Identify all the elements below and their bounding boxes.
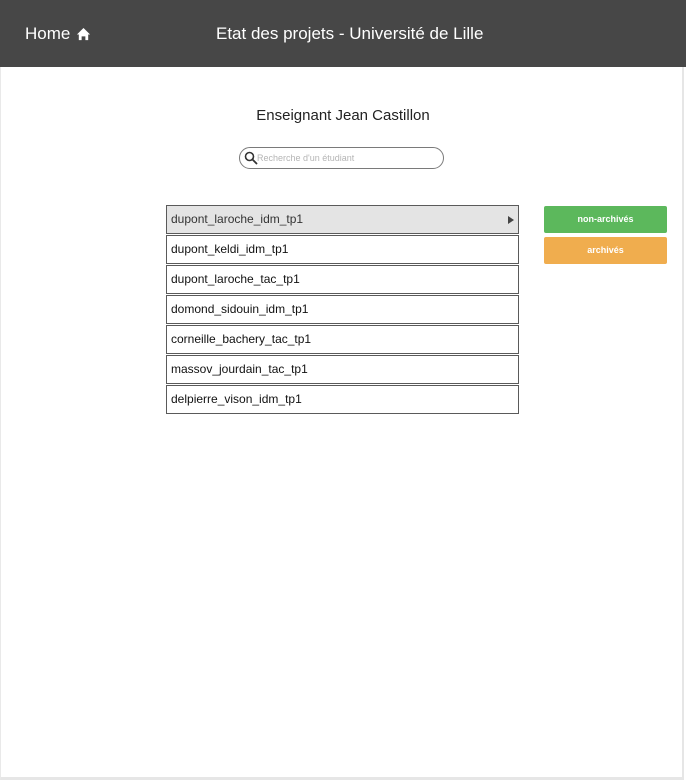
project-name: delpierre_vison_idm_tp1: [171, 392, 302, 406]
home-label: Home: [25, 24, 71, 43]
project-item[interactable]: massov_jourdain_tac_tp1: [166, 355, 519, 384]
project-item[interactable]: dupont_laroche_idm_tp1: [166, 205, 519, 234]
project-name: dupont_laroche_tac_tp1: [171, 272, 300, 286]
project-item[interactable]: dupont_keldi_idm_tp1: [166, 235, 519, 264]
page-title: Etat des projets - Université de Lille: [216, 24, 484, 43]
search-box: [239, 147, 444, 169]
archived-button[interactable]: archivés: [544, 237, 667, 264]
project-item[interactable]: corneille_bachery_tac_tp1: [166, 325, 519, 354]
project-name: domond_sidouin_idm_tp1: [171, 302, 309, 316]
project-item[interactable]: delpierre_vison_idm_tp1: [166, 385, 519, 414]
project-name: dupont_keldi_idm_tp1: [171, 242, 289, 256]
triangle-right-icon: [508, 216, 514, 224]
teacher-title: Enseignant Jean Castillon: [256, 107, 430, 124]
search-icon: [244, 151, 258, 165]
home-icon: [77, 27, 91, 40]
top-bar: Home Etat des projets - Université de Li…: [0, 0, 686, 67]
project-item[interactable]: domond_sidouin_idm_tp1: [166, 295, 519, 324]
search-input[interactable]: [257, 150, 437, 166]
non-archived-button[interactable]: non-archivés: [544, 206, 667, 233]
home-link[interactable]: Home: [25, 24, 91, 44]
project-list: dupont_laroche_idm_tp1 dupont_keldi_idm_t…: [166, 205, 519, 415]
project-name: massov_jourdain_tac_tp1: [171, 362, 308, 376]
project-item[interactable]: dupont_laroche_tac_tp1: [166, 265, 519, 294]
project-name: dupont_laroche_idm_tp1: [171, 212, 304, 226]
project-name: corneille_bachery_tac_tp1: [171, 332, 312, 346]
